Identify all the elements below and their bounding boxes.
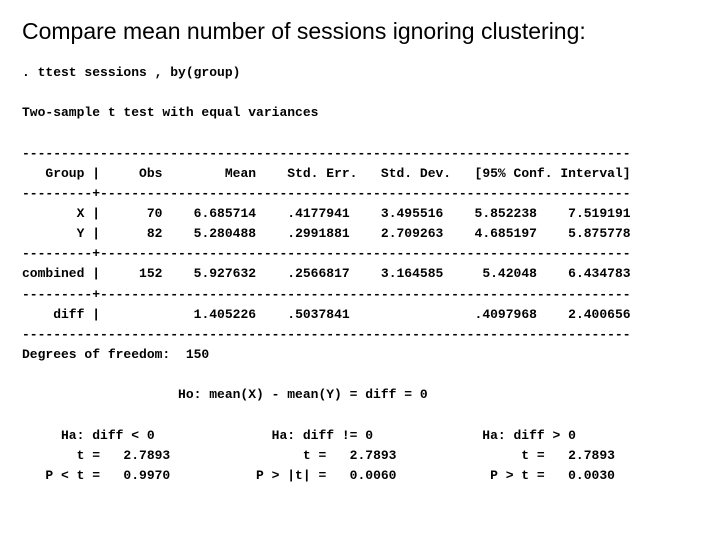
col-mean: Mean — [162, 166, 256, 181]
row-d-hi: 2.400656 — [537, 307, 631, 322]
row-d-label: diff | — [22, 307, 100, 322]
hr-top: ----------------------------------------… — [22, 146, 631, 161]
row-y-label: Y | — [22, 226, 100, 241]
row-y-sd: 2.709263 — [350, 226, 444, 241]
p-ne: P > |t| = 0.0060 — [170, 468, 396, 483]
row-y-se: .2991881 — [256, 226, 350, 241]
t-gt: t = 2.7893 — [396, 448, 614, 463]
hr-sep2: ---------+------------------------------… — [22, 246, 631, 261]
col-group: Group | — [22, 166, 100, 181]
col-sd: Std. Dev. — [357, 166, 451, 181]
p-gt: P > t = 0.0030 — [396, 468, 614, 483]
col-ci: [95% Conf. Interval] — [451, 166, 630, 181]
row-c-obs: 152 — [100, 266, 162, 281]
page-title: Compare mean number of sessions ignoring… — [22, 18, 698, 45]
row-x-lo: 5.852238 — [443, 206, 537, 221]
ha-gt: Ha: diff > 0 — [373, 428, 576, 443]
row-d-mean: 1.405226 — [162, 307, 256, 322]
stata-output: . ttest sessions , by(group) Two-sample … — [22, 63, 698, 486]
row-d-obs — [100, 307, 162, 322]
row-c-se: .2566817 — [256, 266, 350, 281]
hr-sep: ---------+------------------------------… — [22, 186, 631, 201]
col-obs: Obs — [100, 166, 162, 181]
row-x-sd: 3.495516 — [350, 206, 444, 221]
row-c-mean: 5.927632 — [162, 266, 256, 281]
row-c-hi: 6.434783 — [537, 266, 631, 281]
row-x-hi: 7.519191 — [537, 206, 631, 221]
t-ne: t = 2.7893 — [170, 448, 396, 463]
row-c-sd: 3.164585 — [350, 266, 444, 281]
row-c-lo: 5.42048 — [443, 266, 537, 281]
ha-ne: Ha: diff != 0 — [155, 428, 373, 443]
row-x-obs: 70 — [100, 206, 162, 221]
col-se: Std. Err. — [256, 166, 357, 181]
command-line: . ttest sessions , by(group) — [22, 65, 240, 80]
row-y-obs: 82 — [100, 226, 162, 241]
p-lt: P < t = 0.9970 — [22, 468, 170, 483]
row-d-lo: .4097968 — [443, 307, 537, 322]
null-hypothesis: Ho: mean(X) - mean(Y) = diff = 0 — [22, 387, 428, 402]
test-subtitle: Two-sample t test with equal variances — [22, 105, 318, 120]
hr-bottom: ----------------------------------------… — [22, 327, 631, 342]
row-y-lo: 4.685197 — [443, 226, 537, 241]
t-lt: t = 2.7893 — [22, 448, 170, 463]
row-x-se: .4177941 — [256, 206, 350, 221]
row-d-sd — [350, 307, 444, 322]
row-d-se: .5037841 — [256, 307, 350, 322]
row-y-mean: 5.280488 — [162, 226, 256, 241]
hr-sep3: ---------+------------------------------… — [22, 287, 631, 302]
degrees-of-freedom: Degrees of freedom: 150 — [22, 347, 209, 362]
row-y-hi: 5.875778 — [537, 226, 631, 241]
row-x-label: X | — [22, 206, 100, 221]
ha-lt: Ha: diff < 0 — [22, 428, 155, 443]
row-c-label: combined | — [22, 266, 100, 281]
row-x-mean: 6.685714 — [162, 206, 256, 221]
